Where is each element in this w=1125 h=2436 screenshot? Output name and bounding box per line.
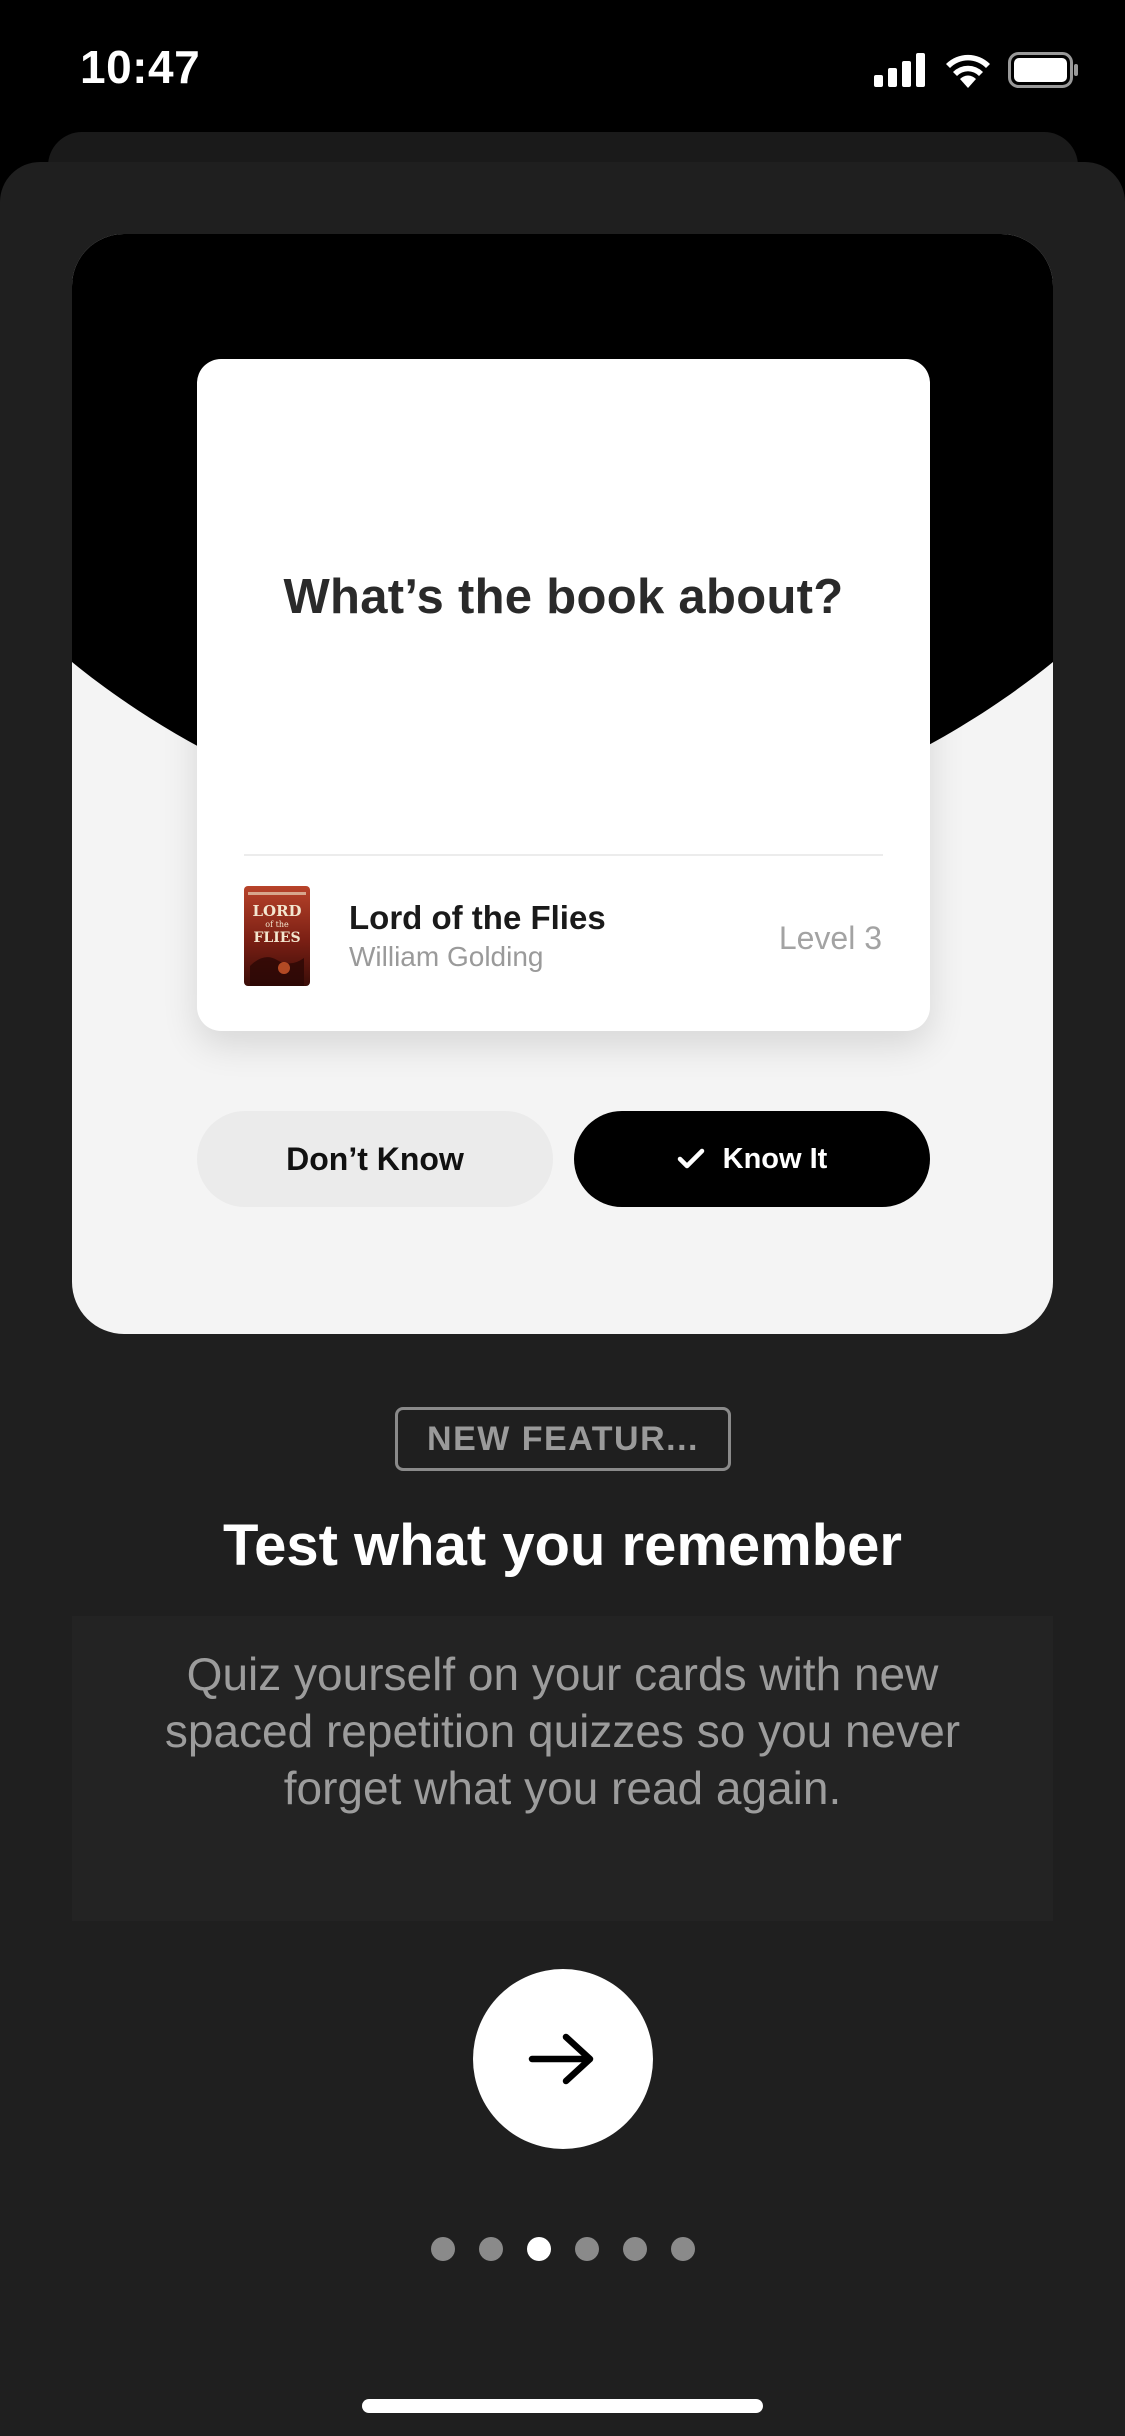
svg-text:LORD: LORD: [252, 902, 301, 920]
checkmark-icon: [677, 1148, 704, 1169]
book-cover-image: LORD of the FLIES: [244, 886, 310, 986]
svg-text:of the: of the: [265, 920, 289, 929]
quiz-card: What’s the book about? LORD of the FLIES…: [197, 359, 930, 1031]
page-dot-4[interactable]: [574, 2237, 599, 2261]
dont-know-button: Don’t Know: [197, 1111, 553, 1207]
page-dot-3-active[interactable]: [526, 2237, 551, 2261]
feature-headline: Test what you remember: [222, 1513, 902, 1578]
battery-icon: [1008, 52, 1078, 88]
page-dot-6[interactable]: [670, 2237, 695, 2261]
next-button[interactable]: [473, 1969, 653, 2149]
know-it-button: Know It: [574, 1111, 930, 1207]
page-dot-1[interactable]: [430, 2237, 455, 2261]
page-dot-2[interactable]: [478, 2237, 503, 2261]
book-title: Lord of the Flies: [349, 899, 606, 936]
status-bar: 10:47: [0, 0, 1125, 135]
svg-text:FLIES: FLIES: [253, 930, 300, 946]
arrow-right-icon: [528, 2033, 594, 2085]
divider: [244, 854, 883, 856]
new-feature-badge: NEW FEATUR...: [395, 1407, 731, 1471]
page-dot-5[interactable]: [622, 2237, 647, 2261]
home-indicator[interactable]: [362, 2399, 763, 2413]
feature-description: Quiz yourself on your cards with new spa…: [164, 1648, 961, 1814]
status-time: 10:47: [80, 41, 201, 93]
wifi-icon: [946, 54, 990, 88]
dont-know-label: Don’t Know: [286, 1140, 464, 1177]
know-it-label: Know It: [722, 1142, 828, 1175]
quiz-question: What’s the book about?: [283, 570, 844, 624]
feature-illustration: What’s the book about? LORD of the FLIES…: [72, 234, 1053, 1334]
status-icons: [874, 50, 1080, 90]
page-indicator: [0, 2237, 1125, 2261]
onboarding-sheet: What’s the book about? LORD of the FLIES…: [0, 162, 1125, 2436]
feature-description-box: Quiz yourself on your cards with new spa…: [72, 1616, 1053, 1921]
cellular-signal-icon: [874, 53, 925, 87]
book-author: William Golding: [349, 941, 544, 972]
book-level: Level 3: [778, 920, 882, 956]
